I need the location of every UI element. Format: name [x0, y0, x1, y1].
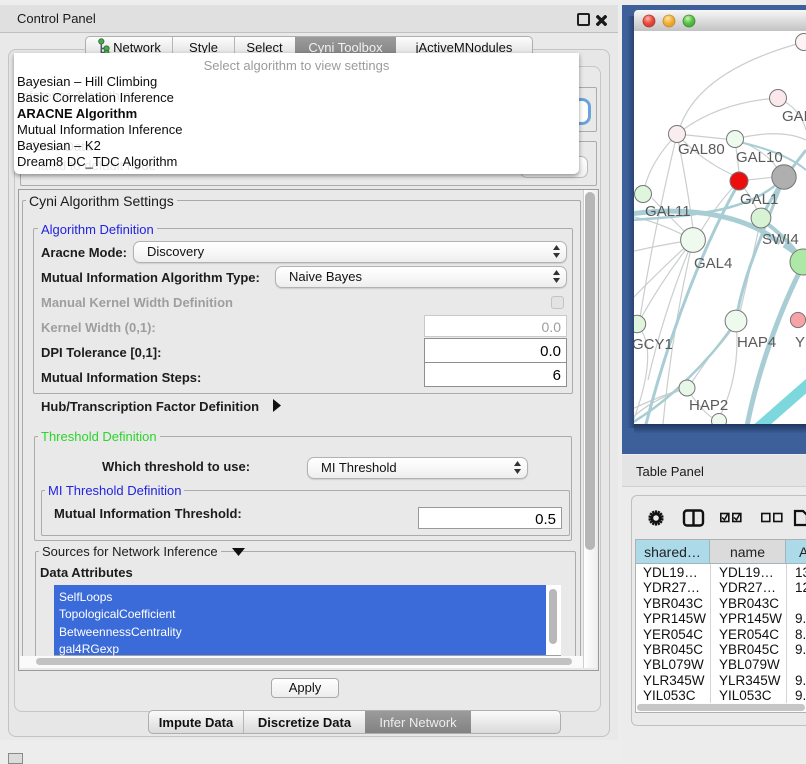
svg-text:HAP4: HAP4: [737, 334, 776, 351]
svg-text:GAL1: GAL1: [740, 191, 778, 208]
svg-text:GAL4: GAL4: [694, 255, 732, 272]
svg-text:GAL10: GAL10: [736, 149, 783, 166]
svg-text:SWI4: SWI4: [762, 231, 799, 248]
svg-text:GAL11: GAL11: [645, 203, 691, 220]
svg-text:GAL7: GAL7: [782, 108, 806, 125]
svg-text:Y: Y: [795, 334, 805, 351]
svg-text:GCY1: GCY1: [634, 336, 673, 353]
svg-text:GAL80: GAL80: [678, 141, 725, 158]
svg-text:HAP2: HAP2: [689, 397, 728, 414]
